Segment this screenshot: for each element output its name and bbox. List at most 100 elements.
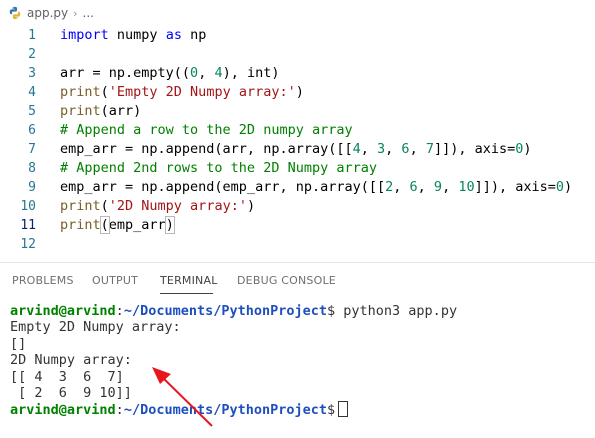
code-token: , xyxy=(393,179,410,195)
code-text: print(arr) xyxy=(60,102,141,121)
code-token: emp_arr xyxy=(108,217,166,233)
breadcrumb-file[interactable]: app.py xyxy=(27,6,68,20)
line-number: 1 xyxy=(28,28,36,43)
code-token: 3 xyxy=(377,141,386,157)
code-token: ) xyxy=(564,179,573,195)
code-line[interactable]: 6 # Append a row to the 2D numpy array xyxy=(0,121,595,140)
terminal-output-line: 2D Numpy array: xyxy=(10,352,132,369)
code-token: ) xyxy=(523,141,532,157)
terminal-output-line: [ 2 6 9 10]] xyxy=(10,384,132,401)
line-number: 6 xyxy=(28,123,36,138)
code-token: 4 xyxy=(352,141,361,157)
breadcrumb-more[interactable]: ... xyxy=(83,6,94,20)
code-token: ( xyxy=(100,84,109,100)
code-text: import numpy as np xyxy=(60,26,206,45)
prompt-path: ~/Documents/PythonProject xyxy=(123,402,328,419)
code-line[interactable]: 11 print(emp_arr) xyxy=(0,216,595,235)
code-token: ) xyxy=(295,84,304,100)
line-number: 5 xyxy=(28,104,36,119)
code-token: ]]), axis= xyxy=(474,179,556,195)
code-token: 4 xyxy=(214,65,223,81)
code-token: emp_arr = np.append(arr, np.array([[ xyxy=(60,141,353,157)
code-line[interactable]: 9 emp_arr = np.append(emp_arr, np.array([… xyxy=(0,178,595,197)
code-token: ( xyxy=(99,216,110,234)
code-line[interactable]: 10 print('2D Numpy array:') xyxy=(0,197,595,216)
code-line[interactable]: 12 xyxy=(0,235,595,254)
code-token: print xyxy=(60,217,101,233)
code-line[interactable]: 4 print('Empty 2D Numpy array:') xyxy=(0,83,595,102)
code-line[interactable]: 3 arr = np.empty((0, 4), int) xyxy=(0,64,595,83)
code-token: '2D Numpy array:' xyxy=(108,198,247,214)
code-token: print xyxy=(60,84,101,100)
line-number: 10 xyxy=(20,199,36,214)
tab-debug-console[interactable]: DEBUG CONSOLE xyxy=(237,274,336,287)
line-number: 2 xyxy=(28,47,36,62)
code-token: , xyxy=(198,65,215,81)
breadcrumb: app.py › ... xyxy=(8,4,94,22)
terminal-prompt-line: arvind@arvind:~/Documents/PythonProject$ xyxy=(10,401,590,419)
code-token: , xyxy=(417,179,434,195)
code-token: 10 xyxy=(458,179,475,195)
line-number: 11 xyxy=(20,218,36,233)
code-line[interactable]: 7 emp_arr = np.append(arr, np.array([[4, … xyxy=(0,140,595,159)
tab-problems[interactable]: PROBLEMS xyxy=(12,274,74,287)
code-token: ) xyxy=(164,216,175,234)
code-token: arr = np.empty(( xyxy=(60,65,191,81)
line-number: 4 xyxy=(28,85,36,100)
terminal-command-line: arvind@arvind:~/Documents/PythonProject$… xyxy=(10,303,458,319)
code-token: as xyxy=(165,27,182,43)
terminal-cursor xyxy=(338,401,349,418)
tab-terminal[interactable]: TERMINAL xyxy=(160,274,218,287)
code-token: # Append a row to the 2D numpy array xyxy=(60,122,353,138)
code-token: import xyxy=(60,27,109,43)
python-file-icon xyxy=(9,6,21,20)
prompt-user: arvind@arvind xyxy=(10,402,116,419)
code-token: 6 xyxy=(409,179,418,195)
code-token: ( xyxy=(100,198,109,214)
line-number: 12 xyxy=(20,237,36,252)
code-text: print('2D Numpy array:') xyxy=(60,197,255,216)
code-token: emp_arr = np.append(emp_arr, np.array([[ xyxy=(60,179,386,195)
code-text: # Append a row to the 2D numpy array xyxy=(60,121,353,140)
active-tab-indicator xyxy=(160,293,213,294)
code-token: , xyxy=(442,179,459,195)
code-token: 0 xyxy=(555,179,565,195)
line-number: 9 xyxy=(28,180,36,195)
code-token: 0 xyxy=(190,65,199,81)
code-token: numpy xyxy=(108,27,166,43)
code-text: print('Empty 2D Numpy array:') xyxy=(60,83,304,102)
prompt-path: ~/Documents/PythonProject xyxy=(123,303,328,319)
code-text: emp_arr = np.append(arr, np.array([[4, 3… xyxy=(60,140,532,159)
prompt-user: arvind@arvind xyxy=(10,303,116,319)
code-line[interactable]: 1 import numpy as np xyxy=(0,26,595,45)
code-line[interactable]: 5 print(arr) xyxy=(0,102,595,121)
code-text: arr = np.empty((0, 4), int) xyxy=(60,64,280,83)
code-token: ]]), axis= xyxy=(433,141,516,157)
code-text: emp_arr = np.append(emp_arr, np.array([[… xyxy=(60,178,572,197)
code-token: , xyxy=(409,141,426,157)
code-text: print(emp_arr) xyxy=(60,216,175,235)
code-line[interactable]: 2 xyxy=(0,45,595,64)
code-token: 9 xyxy=(433,179,443,195)
code-token: # Append 2nd rows to the 2D Numpy array xyxy=(60,160,377,176)
code-text: # Append 2nd rows to the 2D Numpy array xyxy=(60,159,377,178)
code-editor[interactable]: 1 import numpy as np 2 3 arr = np.empty((0, … xyxy=(0,26,595,262)
line-number: 3 xyxy=(28,66,36,81)
code-line[interactable]: 8 # Append 2nd rows to the 2D Numpy array xyxy=(0,159,595,178)
code-token: , xyxy=(385,141,402,157)
panel-tabs: PROBLEMS OUTPUT TERMINAL DEBUG CONSOLE xyxy=(0,263,595,297)
code-token: ) xyxy=(246,198,256,214)
chevron-right-icon: › xyxy=(73,6,78,20)
code-token: 6 xyxy=(401,141,410,157)
code-token: print xyxy=(60,103,101,119)
code-token: print xyxy=(60,198,101,214)
code-token: np xyxy=(181,27,207,43)
terminal-command: python3 app.py xyxy=(343,303,458,319)
terminal[interactable]: arvind@arvind:~/Documents/PythonProject$… xyxy=(10,303,590,418)
text-cursor xyxy=(173,216,175,232)
code-token: , xyxy=(360,141,378,157)
line-number: 7 xyxy=(28,142,36,157)
code-token: (arr) xyxy=(100,103,142,119)
tab-output[interactable]: OUTPUT xyxy=(92,274,138,287)
terminal-output-line: [] xyxy=(10,335,27,352)
